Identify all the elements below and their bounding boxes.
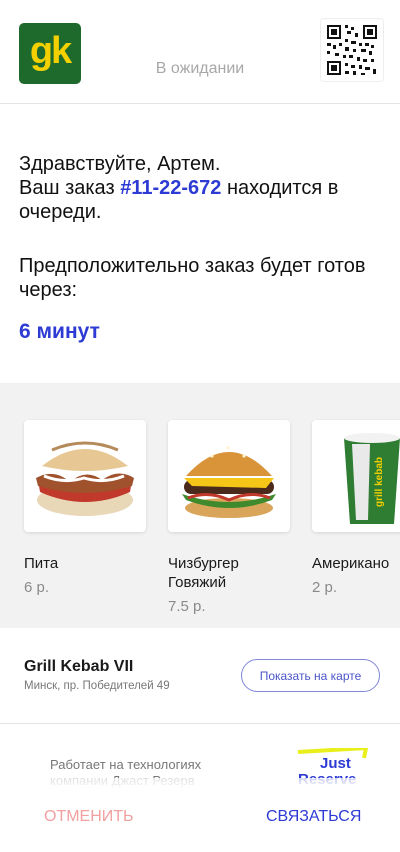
order-prefix: Ваш заказ	[19, 177, 115, 199]
order-number: #11-22-672	[120, 177, 222, 199]
footer-actions: ОТМЕНИТЬ СВЯЗАТЬСЯ	[0, 778, 400, 852]
eta-label: Предположительно заказ будет готов через…	[19, 255, 366, 301]
order-message: Здравствуйте, Артем. Ваш заказ #11-22-67…	[19, 152, 379, 224]
contact-button[interactable]: СВЯЗАТЬСЯ	[266, 808, 361, 826]
store-address: Минск, пр. Победителей 49	[24, 680, 170, 692]
product-name: Чизбургер Говяжий	[168, 555, 239, 591]
product-card-americano[interactable]: grill kebab Американо 2 р.	[312, 420, 400, 596]
pita-image	[24, 420, 146, 532]
product-price: 2 р.	[312, 579, 338, 596]
qr-code-graphic	[327, 25, 377, 75]
store-info: Grill Kebab VII Минск, пр. Победителей 4…	[0, 628, 400, 724]
cancel-button[interactable]: ОТМЕНИТЬ	[44, 808, 134, 826]
order-line: Ваш заказ #11-22-672 находится в очереди…	[19, 176, 379, 224]
show-on-map-button[interactable]: Показать на карте	[241, 659, 380, 692]
coffee-cup-graphic: grill kebab	[344, 433, 400, 524]
product-card-pita[interactable]: Пита 6 р.	[24, 420, 148, 596]
greeting-line: Здравствуйте, Артем.	[19, 153, 221, 175]
qr-code-icon[interactable]	[320, 18, 384, 82]
coffee-cup-image: grill kebab	[312, 420, 400, 532]
product-price: 7.5 р.	[168, 598, 206, 615]
svg-text:grill kebab: grill kebab	[374, 457, 385, 507]
product-name: Пита	[24, 555, 59, 572]
pita-graphic	[36, 441, 134, 516]
cheeseburger-graphic	[182, 446, 276, 518]
order-status: В ожидании	[155, 60, 245, 77]
store-name: Grill Kebab VII	[24, 658, 134, 675]
logo-text: gk	[29, 29, 72, 72]
brand-logo: gk	[19, 23, 81, 84]
product-name: Американо	[312, 555, 390, 572]
header: gk В ожидании	[0, 0, 400, 104]
cheeseburger-image	[168, 420, 290, 532]
eta-value: 6 минут	[19, 320, 100, 343]
product-card-cheeseburger[interactable]: Чизбургер Говяжий 7.5 р.	[168, 420, 292, 615]
logo-line-1: Just	[320, 755, 351, 772]
product-price: 6 р.	[24, 579, 50, 596]
product-carousel[interactable]: Пита 6 р. Чизбургер Говяжий 7.5 р. grill	[0, 383, 400, 628]
